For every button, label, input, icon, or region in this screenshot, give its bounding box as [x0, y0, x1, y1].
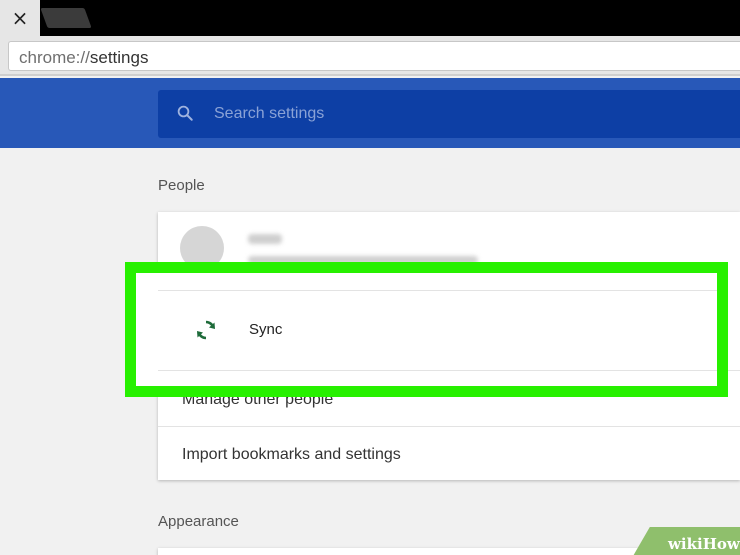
url-scheme: chrome://	[19, 48, 90, 67]
search-placeholder: Search settings	[214, 105, 325, 122]
new-tab-button[interactable]	[40, 8, 92, 28]
settings-header: Search settings	[0, 78, 740, 148]
watermark-prefix: wiki	[668, 535, 703, 553]
watermark-logo: wikiHow	[668, 535, 740, 553]
section-people-title: People	[158, 177, 205, 194]
watermark-suffix: How	[702, 535, 740, 553]
url-text: chrome://settings	[19, 48, 148, 68]
url-path: settings	[89, 48, 149, 67]
omnibox[interactable]: chrome://settings	[8, 41, 740, 71]
highlight-frame	[125, 262, 728, 397]
tab-strip: ×	[0, 0, 740, 36]
tab-close-button[interactable]: ×	[0, 0, 40, 36]
account-name-blurred	[248, 234, 282, 244]
import-bookmarks-row[interactable]: Import bookmarks and settings	[158, 426, 740, 480]
section-appearance-title: Appearance	[158, 513, 239, 530]
search-settings-box[interactable]: Search settings	[158, 90, 740, 138]
search-icon	[177, 105, 193, 121]
address-bar: chrome://settings	[0, 36, 740, 76]
import-bookmarks-label: Import bookmarks and settings	[182, 446, 401, 463]
